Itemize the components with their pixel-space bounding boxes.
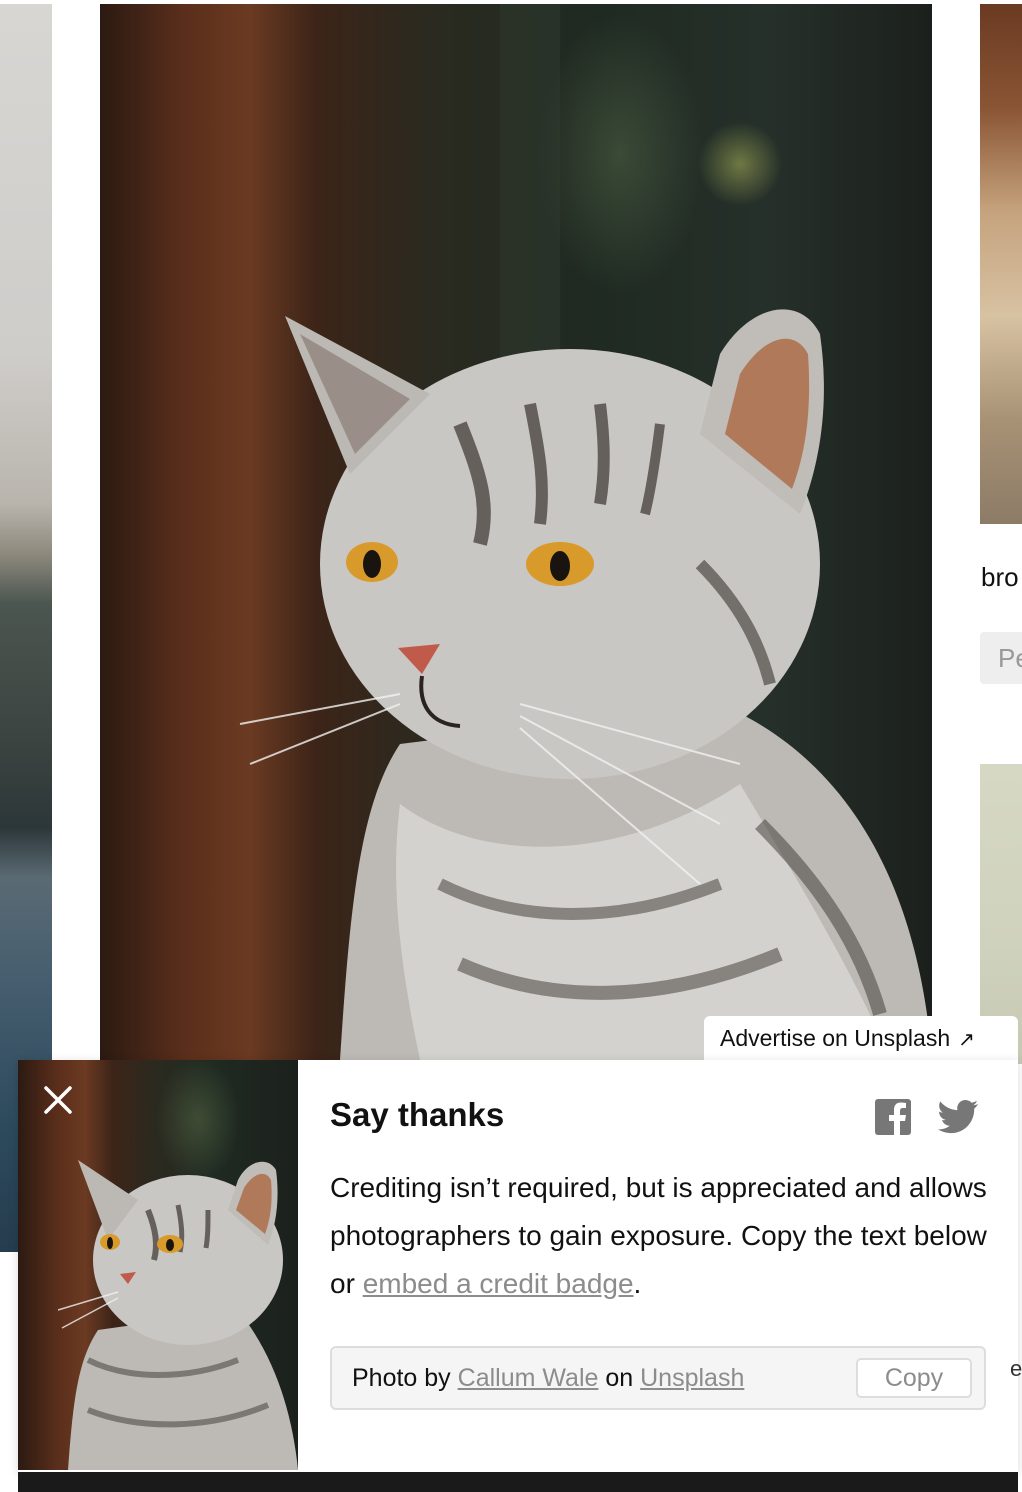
credit-middle: on (598, 1364, 641, 1392)
advertise-on-unsplash-link[interactable]: Advertise on Unsplash ↗ (704, 1016, 1018, 1060)
facebook-icon[interactable] (874, 1098, 912, 1136)
right-edge-fragment: e (1010, 1356, 1022, 1381)
copy-button[interactable]: Copy (856, 1358, 972, 1398)
cat-illustration (239, 4, 932, 1060)
twitter-icon[interactable] (938, 1098, 978, 1136)
next-photo-partial[interactable] (18, 1472, 1018, 1492)
say-thanks-title: Say thanks (330, 1096, 505, 1133)
credit-text: Photo by Callum Wale on Unsplash (352, 1348, 744, 1408)
page: bro Pe Advertise on Unsplash ↗ (0, 0, 1022, 1492)
main-cat-photo[interactable] (100, 4, 932, 1060)
say-thanks-description: Crediting isn’t required, but is appreci… (330, 1164, 990, 1308)
right-photo-caption[interactable]: bro (981, 562, 1019, 593)
say-thanks-panel: Say thanks Crediting isn’t required, but… (18, 1060, 1018, 1472)
unsplash-link[interactable]: Unsplash (640, 1364, 744, 1392)
photo-thumbnail (18, 1060, 298, 1470)
right-photo-tag[interactable]: Pe (980, 632, 1022, 684)
say-thanks-content: Say thanks Crediting isn’t required, but… (330, 1060, 1000, 1470)
description-end: . (633, 1268, 642, 1299)
credit-text-box: Photo by Callum Wale on Unsplash Copy (330, 1346, 986, 1410)
cat-thumbnail-illustration (57, 1160, 298, 1470)
external-link-icon: ↗ (958, 1029, 975, 1051)
advertise-label: Advertise on Unsplash (720, 1025, 951, 1051)
credit-prefix: Photo by (352, 1364, 458, 1392)
photographer-link[interactable]: Callum Wale (458, 1364, 599, 1392)
photo-right-partial-top[interactable] (980, 4, 1022, 524)
embed-credit-badge-link[interactable]: embed a credit badge (363, 1268, 634, 1299)
close-icon[interactable] (40, 1082, 76, 1118)
